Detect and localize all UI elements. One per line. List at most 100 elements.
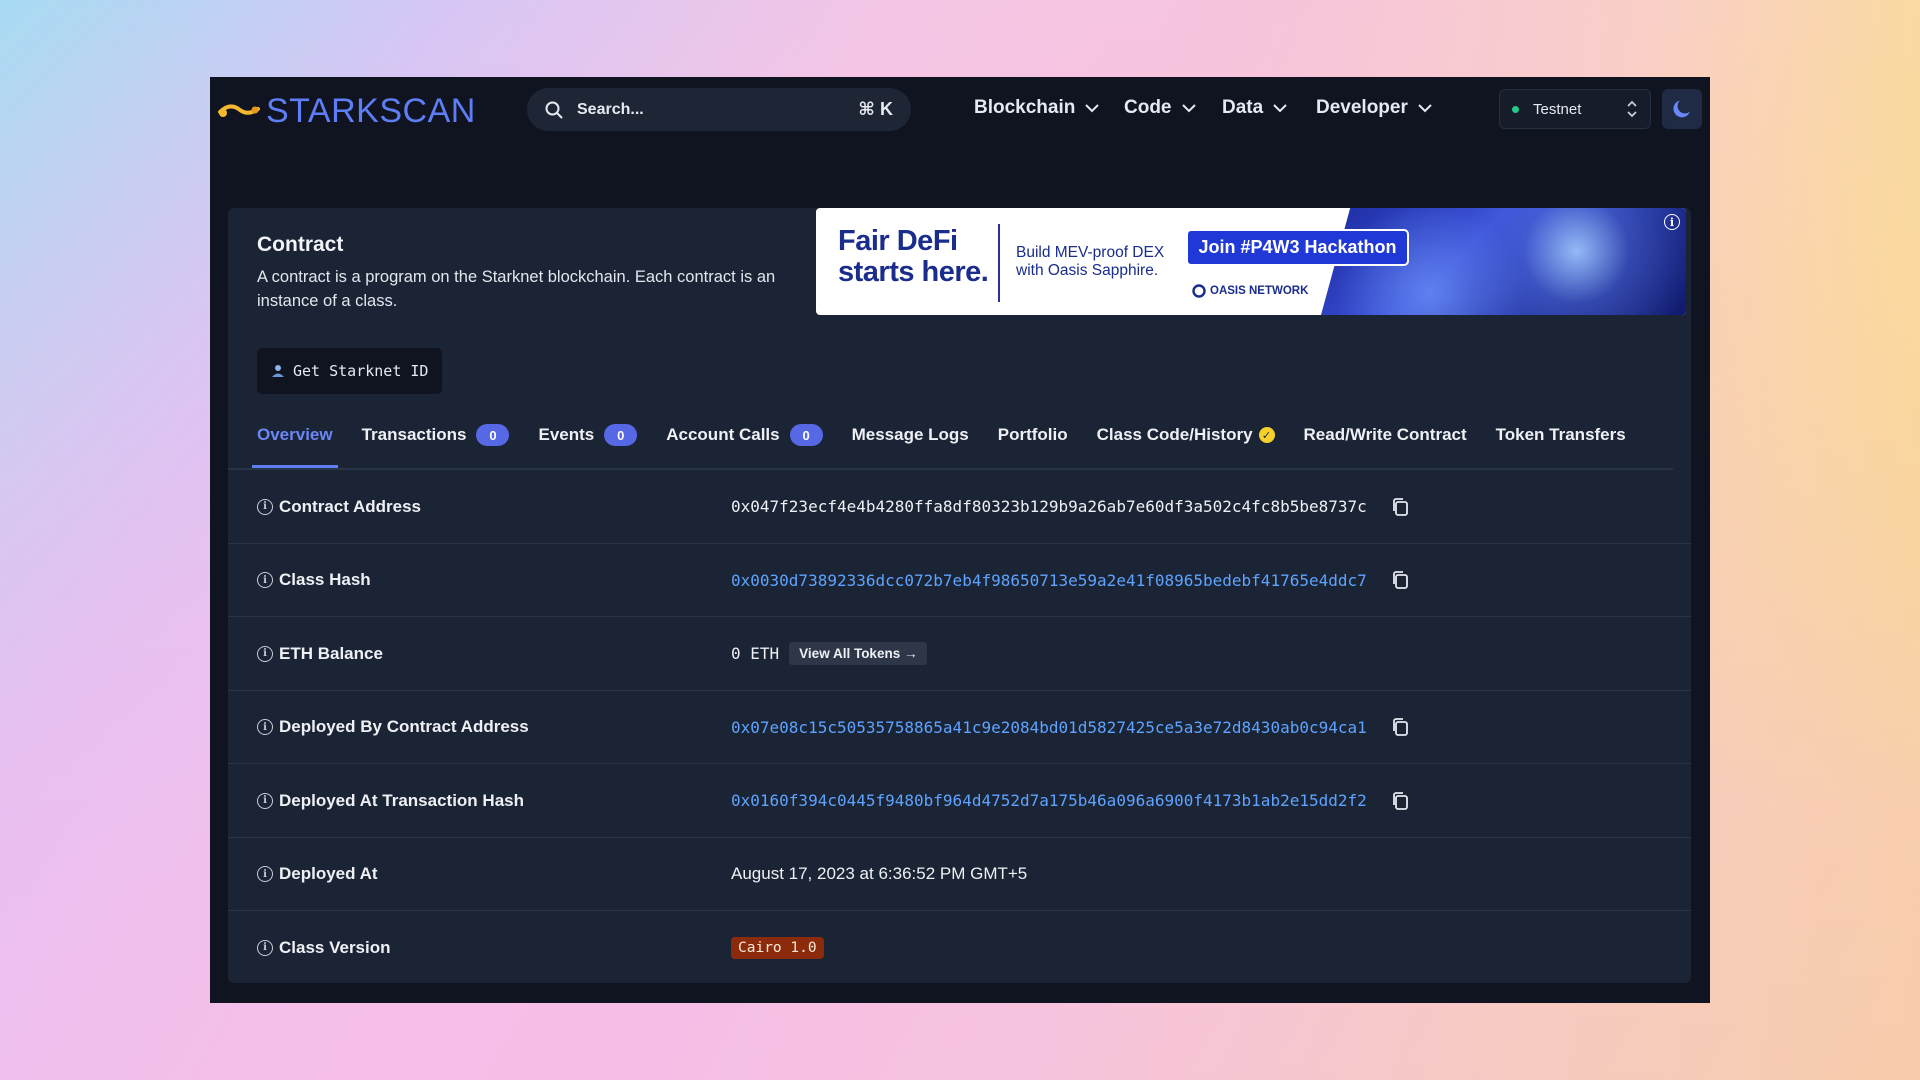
tab-token-transfers[interactable]: Token Transfers: [1496, 421, 1626, 449]
row-eth-balance: i ETH Balance 0 ETH View All Tokens →: [228, 617, 1691, 691]
ad-brand: OASIS NETWORK: [1192, 284, 1308, 298]
tab-label: Transactions: [361, 425, 467, 444]
row-label-text: Class Version: [279, 937, 391, 957]
chevron-down-icon: [1181, 103, 1196, 112]
network-label: Testnet: [1533, 100, 1582, 118]
moon-icon: [1673, 100, 1690, 118]
copy-icon[interactable]: [1391, 497, 1409, 517]
tab-label: Class Code/History: [1096, 425, 1253, 444]
row-label: i Deployed At: [257, 838, 378, 912]
ad-headline-line1: Fair DeFi: [838, 225, 958, 257]
info-icon[interactable]: i: [257, 645, 273, 662]
eth-balance-value: 0 ETH: [731, 644, 780, 664]
row-label: i Class Hash: [257, 544, 371, 618]
contract-address-value: 0x047f23ecf4e4b4280ffa8df80323b129b9a26a…: [731, 497, 1367, 517]
tab-message-logs[interactable]: Message Logs: [852, 421, 969, 449]
tab-label: Read/Write Contract: [1303, 425, 1467, 444]
get-starknet-id-button[interactable]: Get Starknet ID: [257, 348, 443, 394]
view-all-tokens-button[interactable]: View All Tokens →: [789, 642, 928, 666]
top-nav: STARKSCAN Search... ⌘ K Blockchain Code …: [210, 77, 1710, 143]
row-value: August 17, 2023 at 6:36:52 PM GMT+5: [731, 838, 1027, 912]
info-icon[interactable]: i: [257, 792, 273, 809]
nav-blockchain[interactable]: Blockchain: [974, 97, 1100, 119]
row-deployed-by: i Deployed By Contract Address 0x07e08c1…: [228, 691, 1691, 765]
search-placeholder: Search...: [577, 100, 644, 118]
row-label: i Deployed At Transaction Hash: [257, 764, 524, 838]
count-badge: 0: [604, 424, 638, 446]
row-value: 0x07e08c15c50535758865a41c9e2084bd01d582…: [731, 691, 1409, 765]
row-label-text: ETH Balance: [279, 643, 383, 663]
row-label: i Contract Address: [257, 470, 421, 544]
nav-label: Developer: [1316, 97, 1408, 118]
row-deployed-at: i Deployed At August 17, 2023 at 6:36:52…: [228, 838, 1691, 912]
row-contract-address: i Contract Address 0x047f23ecf4e4b4280ff…: [228, 470, 1691, 544]
deployed-at-value: August 17, 2023 at 6:36:52 PM GMT+5: [731, 864, 1028, 884]
oasis-logo-icon: [1192, 284, 1206, 298]
tab-transactions[interactable]: Transactions 0: [362, 421, 510, 449]
logo-text: STARKSCAN: [266, 91, 476, 130]
class-version-badge: Cairo 1.0: [731, 936, 824, 959]
tab-label: Token Transfers: [1495, 425, 1626, 444]
info-icon[interactable]: i: [257, 866, 273, 883]
deployed-by-link[interactable]: 0x07e08c15c50535758865a41c9e2084bd01d582…: [731, 718, 1367, 737]
info-icon[interactable]: i: [257, 719, 273, 736]
row-label-text: Deployed At Transaction Hash: [279, 790, 524, 810]
row-value: 0x0030d73892336dcc072b7eb4f98650713e59a2…: [731, 544, 1409, 618]
chevron-down-icon: [1418, 103, 1432, 112]
row-class-hash: i Class Hash 0x0030d73892336dcc072b7eb4f…: [228, 544, 1691, 618]
theme-toggle-button[interactable]: [1662, 89, 1702, 129]
search-input[interactable]: Search... ⌘ K: [527, 88, 911, 131]
logo-mark-icon: [218, 104, 260, 117]
ad-cta-button[interactable]: Join #P4W3 Hackathon: [1188, 231, 1407, 264]
nav-developer[interactable]: Developer: [1316, 97, 1432, 119]
tab-class-code-history[interactable]: Class Code/History ✓: [1097, 421, 1275, 449]
tab-label: Message Logs: [851, 425, 969, 444]
details-list: i Contract Address 0x047f23ecf4e4b4280ff…: [228, 470, 1691, 983]
tab-overview[interactable]: Overview: [252, 421, 338, 468]
ad-info-icon[interactable]: i: [1664, 214, 1680, 230]
row-label-text: Deployed By Contract Address: [279, 717, 529, 737]
contract-card: Contract A contract is a program on the …: [228, 208, 1691, 983]
class-hash-link[interactable]: 0x0030d73892336dcc072b7eb4f98650713e59a2…: [731, 571, 1367, 590]
row-label: i Deployed By Contract Address: [257, 691, 529, 765]
network-selector[interactable]: Testnet: [1499, 89, 1651, 129]
verified-check-icon: ✓: [1258, 427, 1275, 443]
tab-events[interactable]: Events 0: [538, 421, 638, 449]
row-label: i ETH Balance: [257, 617, 383, 691]
info-icon[interactable]: i: [257, 498, 273, 515]
tab-account-calls[interactable]: Account Calls 0: [666, 421, 823, 449]
search-shortcut: ⌘ K: [858, 99, 893, 119]
get-starknet-id-label: Get Starknet ID: [293, 362, 429, 380]
count-badge: 0: [476, 424, 510, 446]
chevron-down-icon: [1273, 103, 1287, 112]
ad-subtext: Build MEV-proof DEX with Oasis Sapphire.: [1016, 244, 1164, 280]
row-value: Cairo 1.0: [731, 911, 824, 983]
nav-label: Blockchain: [974, 97, 1076, 118]
ad-subtext-line2: with Oasis Sapphire.: [1016, 262, 1159, 279]
tab-label: Overview: [257, 425, 333, 444]
count-badge: 0: [789, 424, 823, 446]
ad-divider: [998, 224, 1000, 302]
tab-read-write-contract[interactable]: Read/Write Contract: [1304, 421, 1467, 449]
copy-icon[interactable]: [1391, 791, 1409, 811]
copy-icon[interactable]: [1391, 570, 1409, 590]
chevron-down-icon: [1085, 103, 1100, 112]
logo[interactable]: STARKSCAN: [218, 91, 476, 131]
tab-portfolio[interactable]: Portfolio: [998, 421, 1068, 449]
row-deployed-tx: i Deployed At Transaction Hash 0x0160f39…: [228, 764, 1691, 838]
row-value: 0x047f23ecf4e4b4280ffa8df80323b129b9a26a…: [731, 470, 1409, 544]
page-title: Contract: [257, 233, 344, 256]
info-icon[interactable]: i: [257, 939, 273, 956]
ad-brand-name: OASIS NETWORK: [1210, 285, 1309, 297]
row-class-version: i Class Version Cairo 1.0: [228, 911, 1691, 983]
chevron-up-down-icon: [1627, 100, 1637, 118]
nav-label: Data: [1222, 97, 1264, 118]
nav-code[interactable]: Code: [1124, 97, 1196, 119]
page-description: A contract is a program on the Starknet …: [257, 268, 776, 310]
info-icon[interactable]: i: [257, 572, 273, 589]
nav-data[interactable]: Data: [1222, 97, 1287, 119]
deployed-tx-link[interactable]: 0x0160f394c0445f9480bf964d4752d7a175b46a…: [731, 791, 1367, 810]
network-status-dot: [1512, 105, 1519, 113]
copy-icon[interactable]: [1391, 717, 1409, 737]
ad-banner[interactable]: Fair DeFi starts here. Build MEV-proof D…: [816, 208, 1686, 315]
